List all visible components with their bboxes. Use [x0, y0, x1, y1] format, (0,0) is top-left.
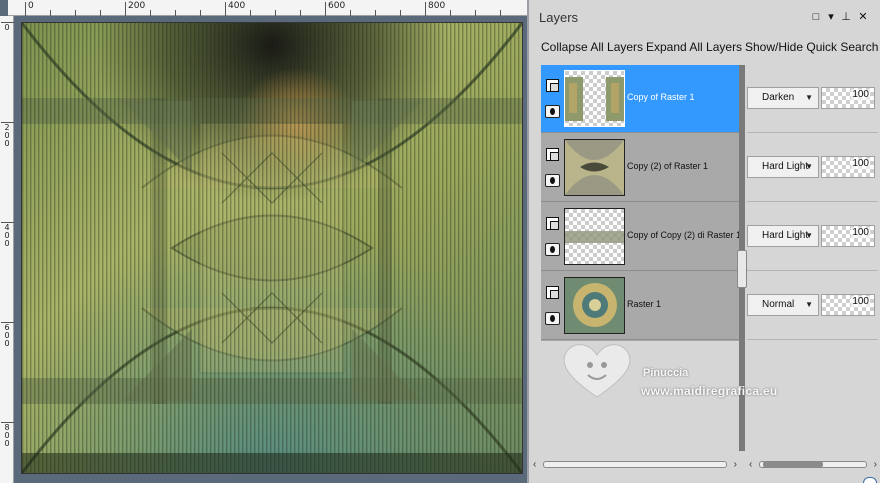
layer-row-copy-of-raster-1[interactable]: Copy of Raster 1 — [541, 65, 741, 133]
opacity-value: 100 — [851, 296, 870, 307]
ruler-label: 4 0 0 — [4, 223, 10, 248]
blend-mode-dropdown[interactable]: Hard Light ▼ — [747, 156, 819, 178]
blend-mode-value: Darken — [762, 92, 795, 103]
ruler-label: 400 — [228, 1, 246, 11]
ruler-label: 0 — [28, 1, 34, 11]
layers-panel: Layers □ ▾ ⊥ ✕ Collapse All Layers Expan… — [527, 0, 880, 483]
ruler-tick — [225, 2, 226, 16]
menu-dropdown-icon[interactable]: ▾ — [825, 11, 837, 23]
layer-name: Copy of Raster 1 — [627, 92, 695, 102]
ruler-label: 0 — [4, 23, 10, 32]
opacity-field[interactable]: 100 — [821, 156, 875, 178]
opacity-field[interactable]: 100 — [821, 225, 875, 247]
layer-properties-row: Normal ▼ 100 — [747, 272, 878, 340]
scroll-right-arrow-icon[interactable]: › — [874, 459, 877, 470]
layer-name: Raster 1 — [627, 299, 662, 309]
layer-name: Copy (2) of Raster 1 — [627, 161, 709, 171]
layer-group-icon[interactable] — [546, 148, 559, 161]
blend-mode-value: Normal — [762, 299, 795, 310]
opacity-field[interactable]: 100 — [821, 294, 875, 316]
splitter-handle[interactable] — [737, 250, 747, 288]
ruler-tick — [125, 2, 126, 16]
chevron-down-icon: ▼ — [805, 300, 813, 309]
layer-properties-row: Hard Light ▼ 100 — [747, 134, 878, 202]
layer-properties-row: Darken ▼ 100 — [747, 65, 878, 133]
ruler-label: 6 0 0 — [4, 323, 10, 348]
visibility-eye-icon[interactable] — [545, 312, 560, 325]
layer-thumbnail — [564, 208, 625, 265]
ruler-label: 2 0 0 — [4, 123, 10, 148]
layer-group-icon[interactable] — [546, 286, 559, 299]
close-icon[interactable]: ✕ — [857, 11, 869, 23]
watermark: Pinuccia www.maidiregrafica.eu — [557, 335, 797, 405]
scroll-left-arrow-icon[interactable]: ‹ — [749, 459, 752, 470]
panel-header: Layers □ ▾ ⊥ ✕ — [529, 0, 880, 34]
thumbnail-graphic — [565, 209, 624, 264]
blend-mode-value: Hard Light — [762, 230, 809, 241]
scroll-track[interactable] — [543, 461, 727, 468]
scroll-left-arrow-icon[interactable]: ‹ — [533, 459, 536, 470]
opacity-value: 100 — [851, 158, 870, 169]
chevron-down-icon: ▼ — [805, 231, 813, 240]
expand-all-layers-button[interactable]: Expand All Layers — [646, 40, 742, 54]
properties-horizontal-scrollbar[interactable]: ‹ › — [749, 459, 877, 471]
layer-name: Copy of Copy (2) di Raster 1 — [627, 230, 742, 240]
collapse-all-layers-button[interactable]: Collapse All Layers — [541, 40, 643, 54]
opacity-value: 100 — [851, 89, 870, 100]
thumbnail-graphic — [565, 140, 624, 195]
ruler-tick — [325, 2, 326, 16]
opacity-field[interactable]: 100 — [821, 87, 875, 109]
artwork-graphic — [22, 23, 522, 473]
horizontal-ruler: 0 200 400 600 800 — [8, 0, 527, 16]
chevron-down-icon: ▼ — [805, 93, 813, 102]
thumbnail-graphic — [565, 278, 624, 333]
layer-list: Copy of Raster 1 Copy (2) of Raster 1 Co… — [541, 65, 741, 341]
opacity-value: 100 — [851, 227, 870, 238]
resize-grip-icon[interactable] — [863, 477, 877, 483]
ruler-label: 600 — [328, 1, 346, 11]
layer-thumbnail — [564, 139, 625, 196]
layer-properties-row: Hard Light ▼ 100 — [747, 203, 878, 271]
watermark-url: www.maidiregrafica.eu — [641, 384, 778, 398]
layer-row-copy-2-of-raster-1[interactable]: Copy (2) of Raster 1 — [541, 134, 741, 202]
ruler-tick — [25, 2, 26, 16]
layer-row-raster-1[interactable]: Raster 1 — [541, 272, 741, 340]
heart-logo-icon — [563, 344, 631, 398]
chevron-down-icon: ▼ — [805, 162, 813, 171]
visibility-eye-icon[interactable] — [545, 243, 560, 256]
ruler-label: 800 — [428, 1, 446, 11]
scroll-right-arrow-icon[interactable]: › — [734, 459, 737, 470]
blend-mode-value: Hard Light — [762, 161, 809, 172]
vertical-ruler: 0 2 0 0 4 0 0 6 0 0 8 0 0 — [0, 16, 14, 483]
layer-list-horizontal-scrollbar[interactable]: ‹ › — [533, 459, 737, 471]
layer-properties-column: Darken ▼ 100 Hard Light ▼ 100 Hard Light ▼ … — [747, 65, 878, 341]
layer-row-copy-of-copy-2-di-raster-1[interactable]: Copy of Copy (2) di Raster 1 — [541, 203, 741, 271]
restore-window-icon[interactable]: □ — [810, 11, 822, 23]
visibility-eye-icon[interactable] — [545, 174, 560, 187]
layer-thumbnail — [564, 70, 625, 127]
blend-mode-dropdown[interactable]: Hard Light ▼ — [747, 225, 819, 247]
pin-icon[interactable]: ⊥ — [840, 11, 852, 23]
watermark-name: Pinuccia — [643, 367, 689, 379]
panel-title: Layers — [539, 10, 579, 25]
layers-toolbar: Collapse All Layers Expand All Layers Sh… — [529, 36, 880, 60]
ruler-label: 200 — [128, 1, 146, 11]
image-canvas-area[interactable]: 0 200 400 600 800 0 2 0 0 4 0 0 6 0 0 8 … — [0, 0, 527, 483]
show-hide-quick-search-button[interactable]: Show/Hide Quick Search — [745, 40, 878, 54]
blend-mode-dropdown[interactable]: Darken ▼ — [747, 87, 819, 109]
ruler-tick — [425, 2, 426, 16]
layer-group-icon[interactable] — [546, 79, 559, 92]
artwork-image[interactable] — [21, 22, 523, 474]
scroll-thumb[interactable] — [763, 461, 823, 468]
thumbnail-graphic — [565, 71, 624, 126]
layer-thumbnail — [564, 277, 625, 334]
ruler-label: 8 0 0 — [4, 423, 10, 448]
visibility-eye-icon[interactable] — [545, 105, 560, 118]
layer-group-icon[interactable] — [546, 217, 559, 230]
blend-mode-dropdown[interactable]: Normal ▼ — [747, 294, 819, 316]
